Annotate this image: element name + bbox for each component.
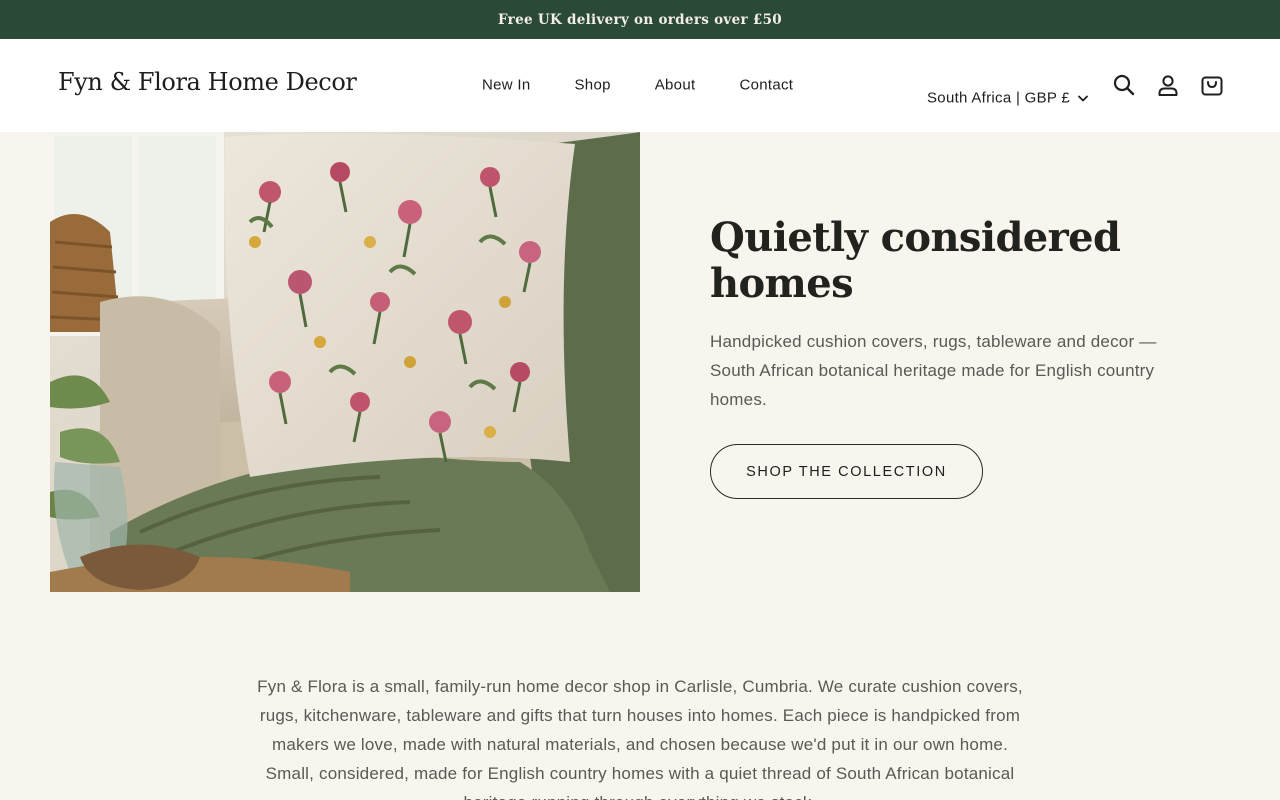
announcement-text: Free UK delivery on orders over £50 — [498, 11, 782, 28]
hero-image — [50, 132, 640, 592]
nav-contact[interactable]: Contact — [739, 77, 793, 94]
locale-label: South Africa | GBP £ — [927, 89, 1071, 107]
chevron-down-icon — [1078, 95, 1088, 101]
site-header: Fyn & Flora Home Decor New In Shop About… — [0, 39, 1280, 132]
locale-selector[interactable]: South Africa | GBP £ — [927, 90, 1090, 107]
nav-shop[interactable]: Shop — [575, 77, 611, 94]
search-icon[interactable] — [1112, 73, 1136, 97]
nav-new-in[interactable]: New In — [482, 77, 531, 94]
hero-description: Handpicked cushion covers, rugs, tablewa… — [710, 332, 1157, 409]
account-icon[interactable] — [1156, 73, 1180, 97]
about-text: Fyn & Flora is a small, family-run home … — [257, 677, 1023, 800]
hero-title: Quietly considered homes — [710, 214, 1121, 307]
site-logo[interactable]: Fyn & Flora Home Decor — [58, 68, 357, 96]
announcement-bar: Free UK delivery on orders over £50 — [0, 0, 1280, 39]
shop-collection-button[interactable]: SHOP THE COLLECTION — [710, 444, 983, 499]
cart-icon[interactable] — [1200, 73, 1224, 97]
nav-about[interactable]: About — [655, 77, 696, 94]
hero-cushion-illustration — [50, 132, 640, 592]
header-icons — [1112, 73, 1224, 97]
main-nav: New In Shop About Contact — [482, 77, 793, 94]
